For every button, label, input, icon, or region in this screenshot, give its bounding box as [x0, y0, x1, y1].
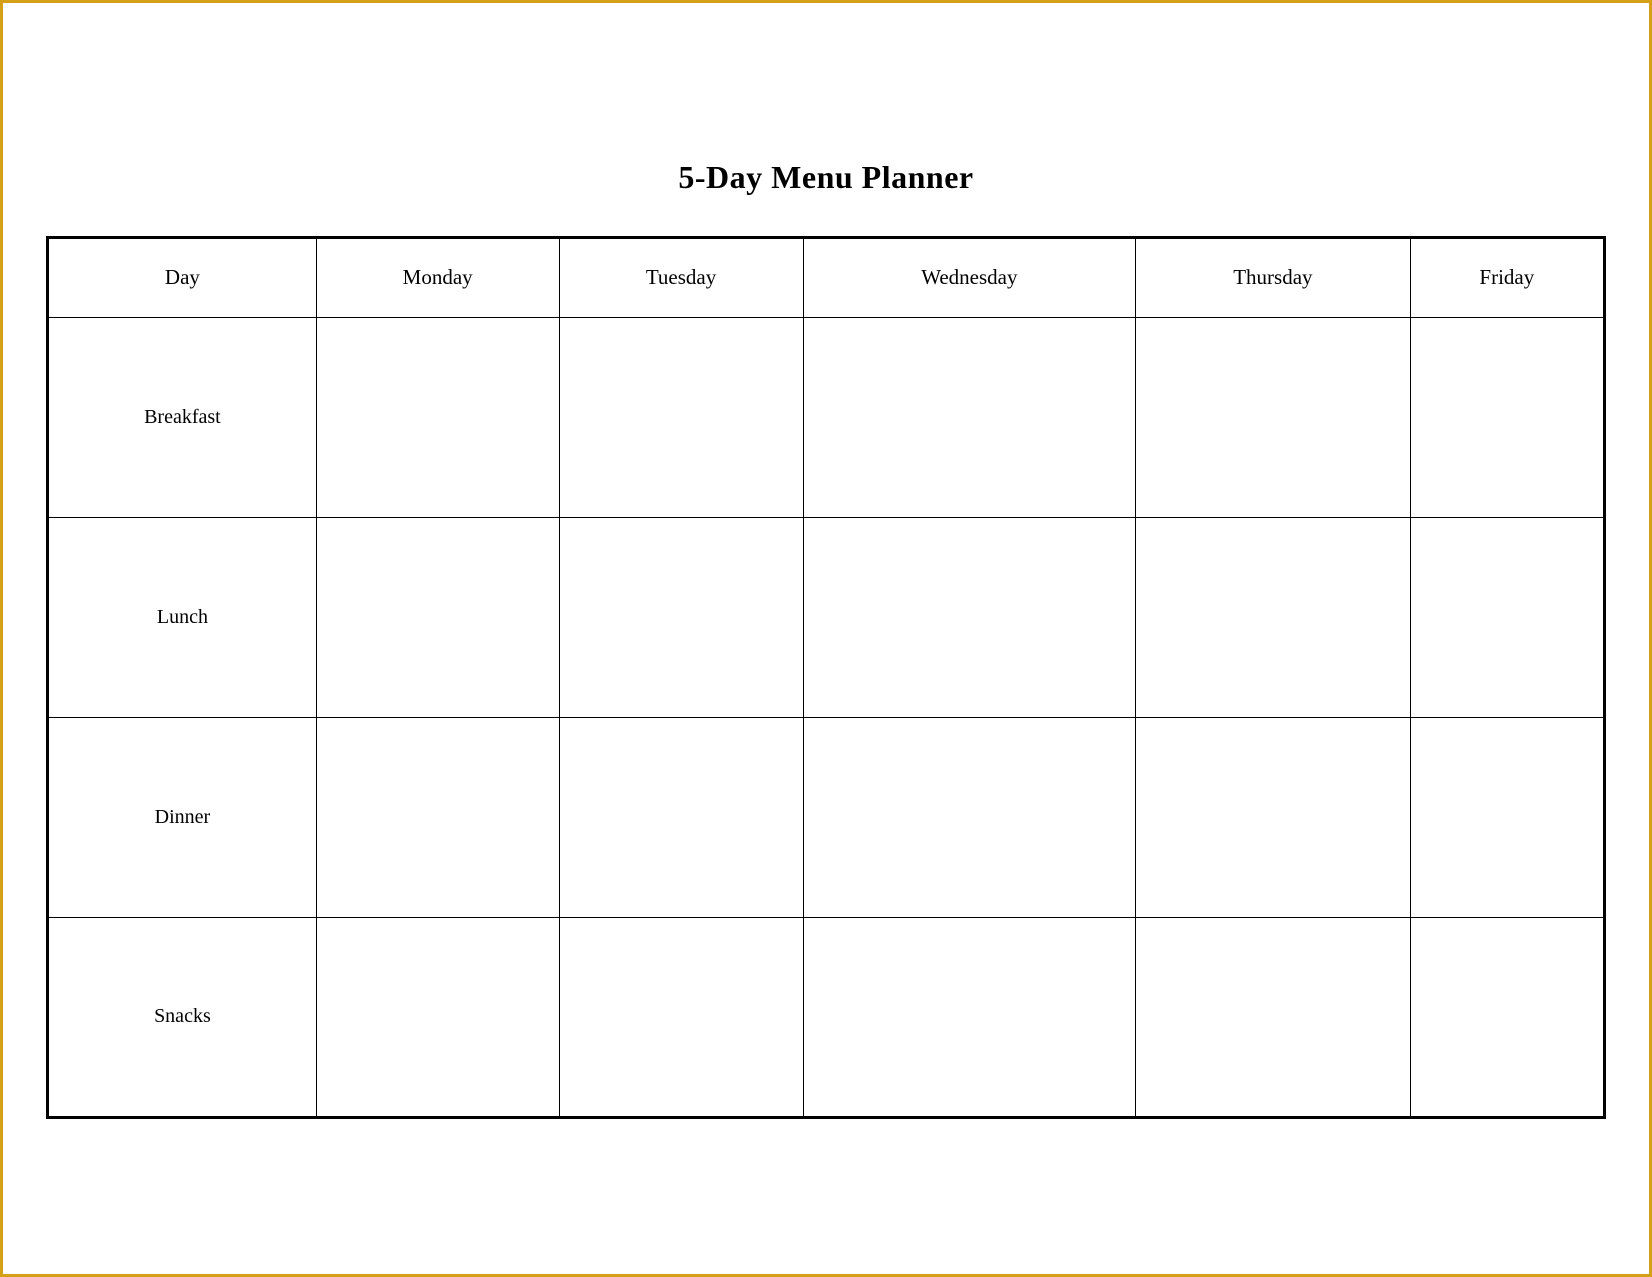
cell-lunch-col2[interactable] — [803, 517, 1136, 717]
cell-dinner-col2[interactable] — [803, 717, 1136, 917]
cell-breakfast-col4[interactable] — [1410, 317, 1604, 517]
table-row: Breakfast — [48, 317, 1605, 517]
table-row: Snacks — [48, 917, 1605, 1117]
planner-table: Day Monday Tuesday Wednesday Thursday Fr… — [46, 236, 1606, 1119]
cell-snacks-col3[interactable] — [1136, 917, 1411, 1117]
col-header-day: Day — [48, 237, 317, 317]
col-header-tuesday: Tuesday — [559, 237, 803, 317]
page-title: 5-Day Menu Planner — [678, 159, 973, 196]
header-row: Day Monday Tuesday Wednesday Thursday Fr… — [48, 237, 1605, 317]
cell-lunch-col3[interactable] — [1136, 517, 1411, 717]
cell-dinner-col1[interactable] — [559, 717, 803, 917]
row-label-dinner: Dinner — [48, 717, 317, 917]
table-row: Dinner — [48, 717, 1605, 917]
table-row: Lunch — [48, 517, 1605, 717]
cell-snacks-col1[interactable] — [559, 917, 803, 1117]
col-header-thursday: Thursday — [1136, 237, 1411, 317]
cell-snacks-col0[interactable] — [316, 917, 559, 1117]
cell-lunch-col4[interactable] — [1410, 517, 1604, 717]
cell-snacks-col2[interactable] — [803, 917, 1136, 1117]
cell-breakfast-col3[interactable] — [1136, 317, 1411, 517]
cell-lunch-col1[interactable] — [559, 517, 803, 717]
cell-dinner-col0[interactable] — [316, 717, 559, 917]
cell-dinner-col4[interactable] — [1410, 717, 1604, 917]
cell-snacks-col4[interactable] — [1410, 917, 1604, 1117]
col-header-wednesday: Wednesday — [803, 237, 1136, 317]
row-label-snacks: Snacks — [48, 917, 317, 1117]
cell-breakfast-col1[interactable] — [559, 317, 803, 517]
col-header-friday: Friday — [1410, 237, 1604, 317]
row-label-lunch: Lunch — [48, 517, 317, 717]
cell-dinner-col3[interactable] — [1136, 717, 1411, 917]
cell-breakfast-col0[interactable] — [316, 317, 559, 517]
col-header-monday: Monday — [316, 237, 559, 317]
cell-breakfast-col2[interactable] — [803, 317, 1136, 517]
page-container: 5-Day Menu Planner Day Monday Tuesday We… — [46, 159, 1606, 1119]
cell-lunch-col0[interactable] — [316, 517, 559, 717]
row-label-breakfast: Breakfast — [48, 317, 317, 517]
